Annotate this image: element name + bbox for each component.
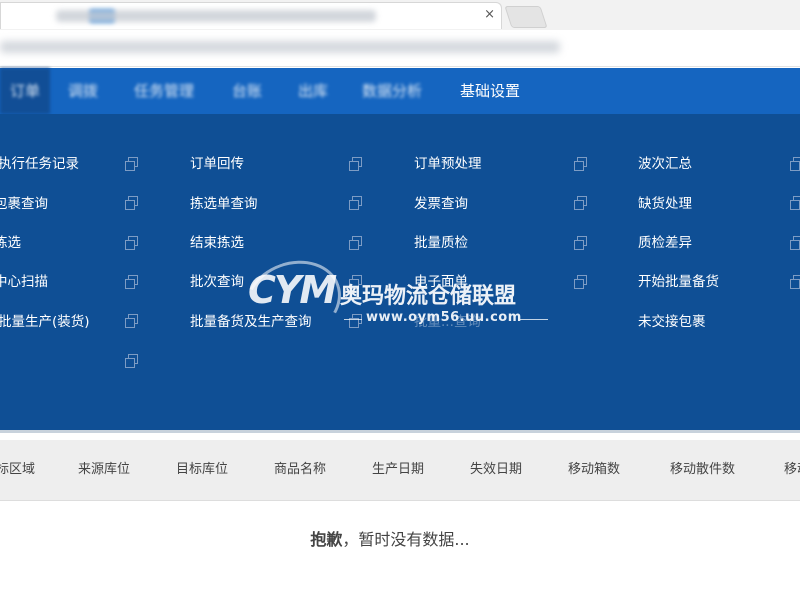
open-new-window-icon[interactable] — [574, 157, 587, 171]
open-new-window-icon[interactable] — [574, 236, 587, 250]
watermark-line — [520, 319, 548, 320]
open-new-window-icon[interactable] — [790, 196, 800, 210]
open-new-window-icon[interactable] — [349, 236, 362, 250]
open-new-window-icon[interactable] — [125, 236, 138, 250]
menu-link[interactable]: 未交接包裹 — [638, 310, 706, 330]
tab-title-blurred — [56, 10, 376, 22]
menu-link[interactable]: 中心扫描 — [0, 270, 48, 290]
nav-item-analytics[interactable]: 数据分析 — [362, 68, 422, 114]
menu-link[interactable]: 包裹查询 — [0, 192, 48, 212]
nav-item-ledger[interactable]: 台账 — [232, 68, 262, 114]
column-header[interactable]: 移动箱数 — [568, 440, 620, 500]
menu-link[interactable]: 批次查询 — [190, 270, 244, 290]
menu-link[interactable]: 批量生产(装货) — [0, 310, 90, 330]
watermark-url: www.oym56.uu.com — [366, 310, 522, 325]
column-header[interactable]: 来源库位 — [78, 440, 130, 500]
nav-item-task-management[interactable]: 任务管理 — [134, 68, 194, 114]
column-header[interactable]: 标区域 — [0, 440, 35, 500]
empty-state-message: 抱歉，暂时没有数据... — [0, 526, 780, 550]
nav-item-orders[interactable]: 订单 — [0, 68, 51, 114]
column-header[interactable]: 移动 — [784, 440, 800, 500]
column-header[interactable]: 失效日期 — [470, 440, 522, 500]
open-new-window-icon[interactable] — [125, 354, 138, 368]
empty-state-text: ，暂时没有数据... — [342, 530, 470, 549]
menu-link[interactable]: 批量质检 — [414, 231, 468, 251]
table-header: 标区域 来源库位 目标库位 商品名称 生产日期 失效日期 移动箱数 移动散件数 … — [0, 440, 800, 501]
menu-link[interactable]: 缺货处理 — [638, 192, 692, 212]
menu-link[interactable]: 订单回传 — [190, 152, 244, 172]
menu-link[interactable]: 波次汇总 — [638, 152, 692, 172]
watermark-line — [344, 319, 362, 320]
column-header[interactable]: 商品名称 — [274, 440, 326, 500]
new-tab-button[interactable] — [504, 6, 548, 28]
column-header[interactable]: 目标库位 — [176, 440, 228, 500]
menu-link[interactable]: 结束拣选 — [190, 231, 244, 251]
open-new-window-icon[interactable] — [574, 275, 587, 289]
empty-state-strong: 抱歉 — [310, 530, 343, 549]
nav-item-outbound[interactable]: 出库 — [298, 68, 328, 114]
open-new-window-icon[interactable] — [790, 236, 800, 250]
address-bar-blurred-text — [0, 41, 560, 53]
watermark-logo: CYM — [248, 268, 337, 312]
close-icon[interactable]: × — [484, 7, 495, 22]
open-new-window-icon[interactable] — [574, 196, 587, 210]
column-header[interactable]: 生产日期 — [372, 440, 424, 500]
menu-link[interactable]: 发票查询 — [414, 192, 468, 212]
menu-link[interactable]: 执行任务记录 — [0, 152, 79, 172]
menu-link[interactable]: 拣选 — [0, 231, 21, 251]
main-nav: 订单 调拨 任务管理 台账 出库 数据分析 基础设置 — [0, 68, 800, 114]
open-new-window-icon[interactable] — [790, 157, 800, 171]
nav-item-basic-settings[interactable]: 基础设置 — [460, 68, 520, 114]
address-bar[interactable] — [0, 30, 800, 67]
column-header[interactable]: 移动散件数 — [670, 440, 735, 500]
open-new-window-icon[interactable] — [125, 275, 138, 289]
watermark-name: 奥玛物流仓储联盟 — [340, 284, 517, 309]
open-new-window-icon[interactable] — [349, 196, 362, 210]
open-new-window-icon[interactable] — [125, 157, 138, 171]
browser-tab-strip: × — [0, 0, 800, 30]
open-new-window-icon[interactable] — [125, 196, 138, 210]
browser-tab[interactable]: × — [0, 2, 502, 29]
watermark: CYM 奥玛物流仓储联盟 www.oym56.uu.com — [233, 247, 568, 355]
open-new-window-icon[interactable] — [125, 314, 138, 328]
nav-item-transfer[interactable]: 调拨 — [68, 68, 98, 114]
open-new-window-icon[interactable] — [349, 157, 362, 171]
menu-link[interactable]: 质检差异 — [638, 231, 692, 251]
open-new-window-icon[interactable] — [790, 275, 800, 289]
menu-link[interactable]: 订单预处理 — [414, 152, 482, 172]
menu-link[interactable]: 拣选单查询 — [190, 192, 258, 212]
menu-link[interactable]: 开始批量备货 — [638, 270, 719, 290]
